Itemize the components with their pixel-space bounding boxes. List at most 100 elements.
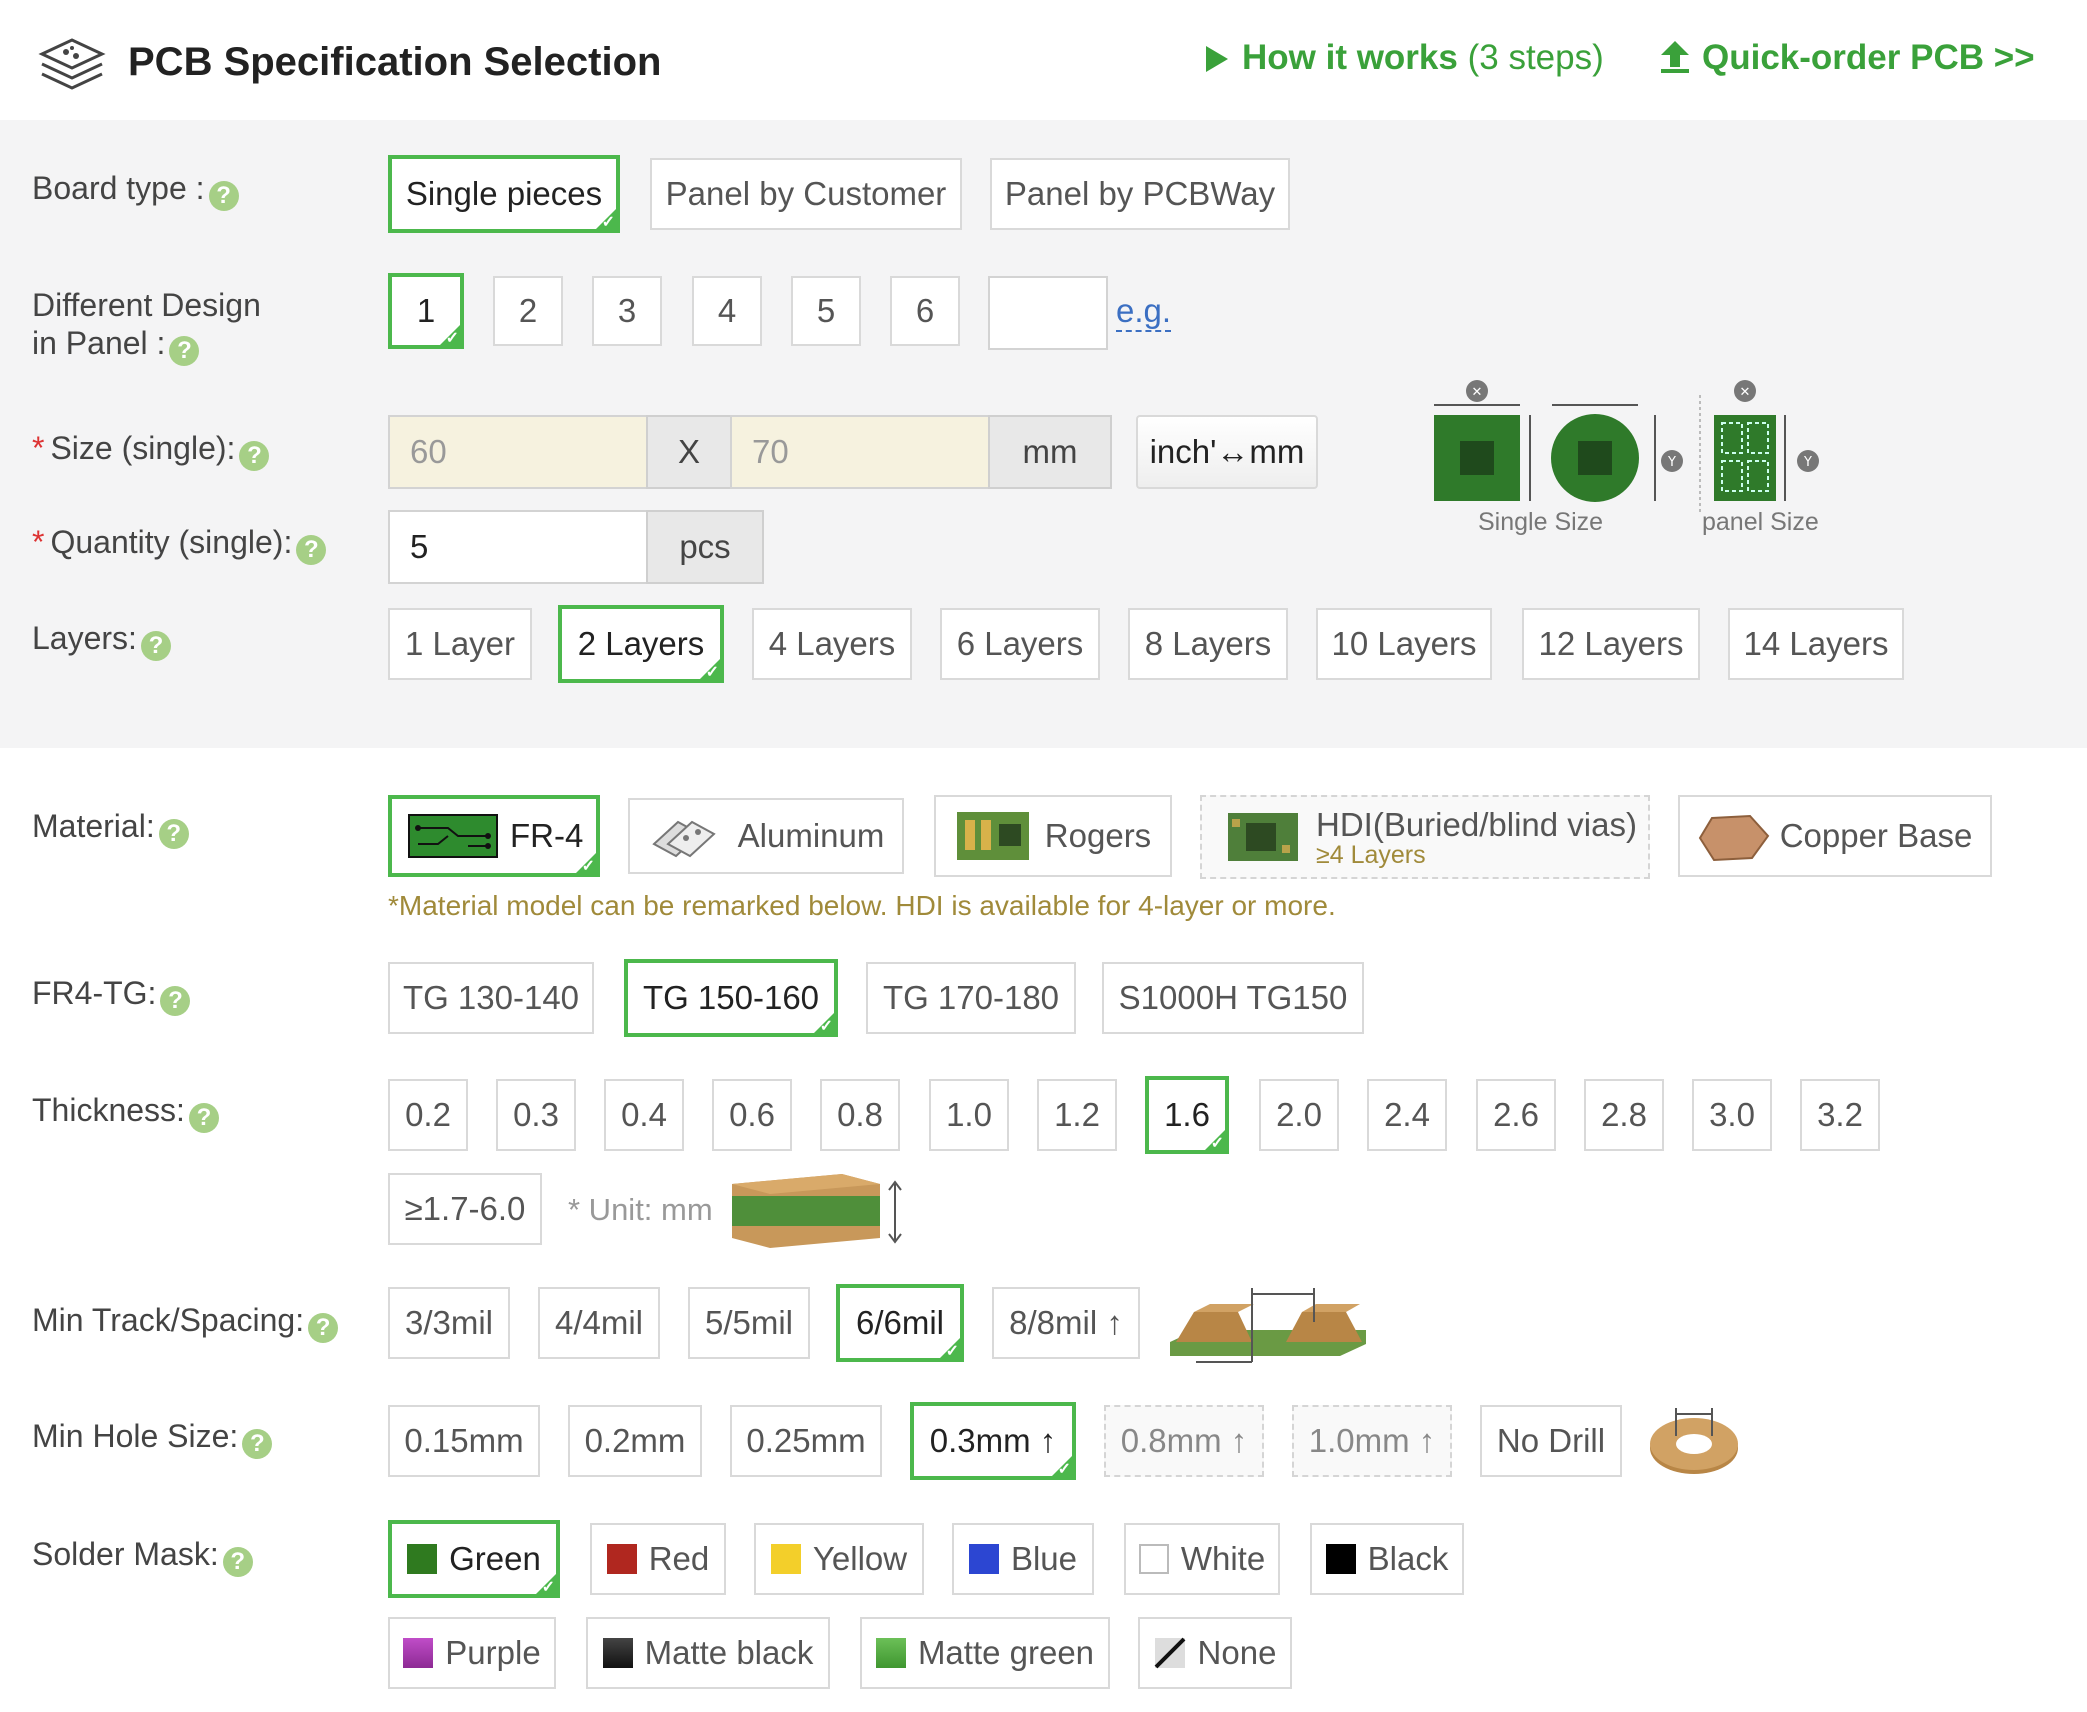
hole-option[interactable]: 0.15mm: [388, 1405, 540, 1477]
thickness-option[interactable]: 3.0: [1692, 1079, 1772, 1151]
help-icon[interactable]: ?: [296, 535, 327, 565]
size-x-input[interactable]: 60: [388, 415, 648, 489]
thickness-option[interactable]: 0.8: [820, 1079, 900, 1151]
how-it-works-label: How it works: [1242, 38, 1458, 77]
board-type-panel-customer[interactable]: Panel by Customer: [650, 158, 962, 230]
material-hdi[interactable]: HDI(Buried/blind vias) ≥4 Layers: [1200, 795, 1650, 879]
design-count-custom-input[interactable]: [988, 276, 1108, 350]
none-swatch-icon: [1154, 1637, 1185, 1669]
quick-order-label: Quick-order PCB >>: [1702, 38, 2035, 77]
solder-mask-white[interactable]: White: [1124, 1523, 1280, 1595]
solder-mask-matte-black[interactable]: Matte black: [586, 1617, 830, 1689]
thickness-illustration: [732, 1174, 902, 1248]
solder-mask-blue[interactable]: Blue: [952, 1523, 1094, 1595]
material-aluminum[interactable]: Aluminum: [628, 798, 904, 874]
help-icon[interactable]: ?: [222, 1547, 253, 1577]
quick-order-link[interactable]: Quick-order PCB >>: [1658, 38, 2035, 78]
tg-option[interactable]: TG 130-140: [388, 962, 594, 1034]
material-copper-base-label: Copper Base: [1779, 817, 1973, 854]
solder-mask-black[interactable]: Black: [1310, 1523, 1464, 1595]
tg-option[interactable]: TG 150-160: [624, 959, 838, 1037]
size-y-input[interactable]: 70: [730, 415, 990, 489]
design-count-option[interactable]: 6: [890, 276, 960, 346]
design-count-option[interactable]: 1: [388, 273, 464, 349]
solder-mask-red[interactable]: Red: [590, 1523, 726, 1595]
hole-option[interactable]: No Drill: [1480, 1405, 1622, 1477]
thickness-option[interactable]: 2.6: [1476, 1079, 1556, 1151]
help-icon[interactable]: ?: [160, 986, 191, 1016]
help-icon[interactable]: ?: [158, 819, 189, 849]
hole-option[interactable]: 0.3mm ↑: [910, 1402, 1076, 1480]
thickness-option[interactable]: 2.0: [1259, 1079, 1339, 1151]
thickness-option[interactable]: 2.4: [1367, 1079, 1447, 1151]
layer-option[interactable]: 8 Layers: [1128, 608, 1288, 680]
track-option[interactable]: 3/3mil: [388, 1287, 510, 1359]
layer-option[interactable]: 1 Layer: [388, 608, 532, 680]
unit-convert-button[interactable]: inch'↔mm: [1136, 415, 1318, 489]
help-icon[interactable]: ?: [308, 1313, 339, 1343]
help-icon[interactable]: ?: [169, 336, 200, 366]
tg-option[interactable]: TG 170-180: [866, 962, 1076, 1034]
layer-option[interactable]: 12 Layers: [1522, 608, 1700, 680]
thickness-option[interactable]: 1.0: [929, 1079, 1009, 1151]
layer-option[interactable]: 4 Layers: [752, 608, 912, 680]
solder-mask-matte-green[interactable]: Matte green: [860, 1617, 1110, 1689]
hole-option[interactable]: 1.0mm ↑: [1292, 1405, 1452, 1477]
eg-link[interactable]: e.g.: [1116, 292, 1172, 332]
how-it-works-link[interactable]: How it works (3 steps): [1206, 38, 1604, 78]
track-option[interactable]: 8/8mil ↑: [992, 1287, 1140, 1359]
design-count-option[interactable]: 5: [791, 276, 861, 346]
quantity-input[interactable]: 5: [388, 510, 648, 584]
svg-text:Y: Y: [1667, 455, 1676, 470]
thickness-option[interactable]: 1.2: [1037, 1079, 1117, 1151]
design-count-option[interactable]: 4: [692, 276, 762, 346]
tg-option[interactable]: S1000H TG150: [1102, 962, 1364, 1034]
thickness-option[interactable]: 0.6: [712, 1079, 792, 1151]
help-icon[interactable]: ?: [140, 631, 171, 661]
hole-option[interactable]: 0.2mm: [568, 1405, 702, 1477]
thickness-option-custom[interactable]: ≥1.7-6.0: [388, 1173, 542, 1245]
thickness-unit-note: * Unit: mm: [568, 1192, 713, 1227]
hole-option[interactable]: 0.25mm: [730, 1405, 882, 1477]
design-count-option[interactable]: 3: [592, 276, 662, 346]
material-rogers[interactable]: Rogers: [934, 795, 1172, 877]
solder-mask-yellow-label: Yellow: [812, 1540, 908, 1577]
help-icon[interactable]: ?: [208, 181, 239, 211]
solder-mask-yellow[interactable]: Yellow: [754, 1523, 924, 1595]
quantity-label-text: Quantity (single):: [50, 524, 293, 560]
board-type-label: Board type :?: [32, 170, 239, 211]
material-label-text: Material:: [32, 808, 155, 844]
layers-label: Layers:?: [32, 620, 171, 661]
track-option[interactable]: 4/4mil: [538, 1287, 660, 1359]
layer-option[interactable]: 10 Layers: [1316, 608, 1492, 680]
solder-mask-green[interactable]: Green: [388, 1520, 560, 1598]
board-type-single[interactable]: Single pieces: [388, 155, 620, 233]
hdi-board-icon: [1228, 813, 1298, 861]
track-option[interactable]: 5/5mil: [688, 1287, 810, 1359]
board-type-panel-pcbway[interactable]: Panel by PCBWay: [990, 158, 1290, 230]
solder-mask-none-label: None: [1197, 1634, 1277, 1671]
hole-option[interactable]: 0.8mm ↑: [1104, 1405, 1264, 1477]
help-icon[interactable]: ?: [242, 1429, 273, 1459]
fr4-tg-label: FR4-TG:?: [32, 975, 191, 1016]
design-count-option[interactable]: 2: [493, 276, 563, 346]
layer-option[interactable]: 6 Layers: [940, 608, 1100, 680]
solder-mask-purple[interactable]: Purple: [388, 1617, 556, 1689]
track-option[interactable]: 6/6mil: [836, 1284, 964, 1362]
thickness-option[interactable]: 0.4: [604, 1079, 684, 1151]
thickness-option[interactable]: 3.2: [1800, 1079, 1880, 1151]
layer-option[interactable]: 14 Layers: [1728, 608, 1904, 680]
help-icon[interactable]: ?: [239, 441, 270, 471]
layer-option[interactable]: 2 Layers: [558, 605, 724, 683]
material-fr4[interactable]: FR-4: [388, 795, 600, 877]
thickness-option[interactable]: 1.6: [1145, 1076, 1229, 1154]
thickness-option[interactable]: 2.8: [1584, 1079, 1664, 1151]
solder-mask-none[interactable]: None: [1138, 1617, 1292, 1689]
size-label-text: Size (single):: [50, 430, 236, 466]
material-aluminum-label: Aluminum: [737, 817, 885, 854]
material-copper-base[interactable]: Copper Base: [1678, 795, 1992, 877]
help-icon[interactable]: ?: [188, 1103, 219, 1133]
thickness-option[interactable]: 0.3: [496, 1079, 576, 1151]
material-fr4-label: FR-4: [510, 817, 584, 854]
thickness-option[interactable]: 0.2: [388, 1079, 468, 1151]
